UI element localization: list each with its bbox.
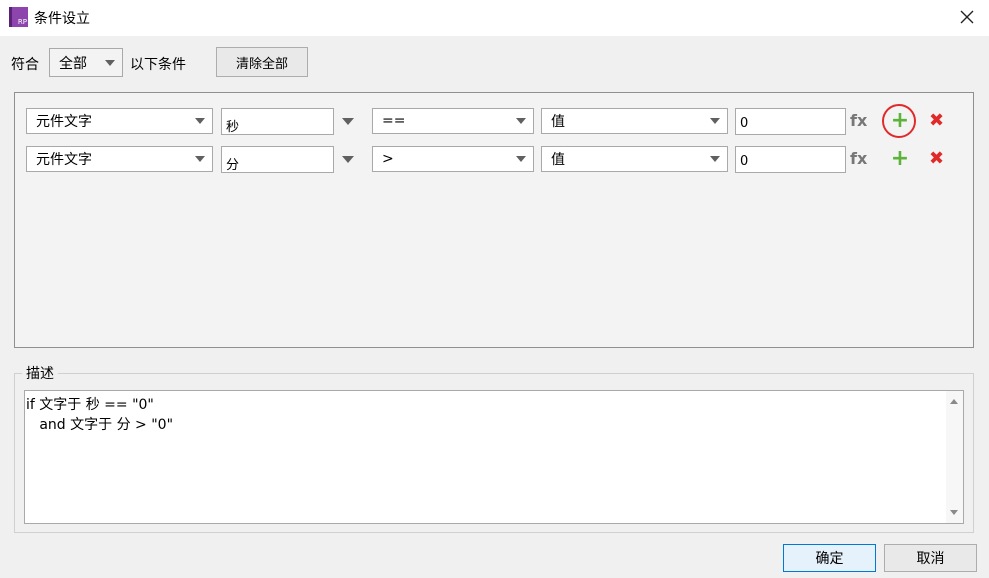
condition-target-input[interactable]: 分	[221, 146, 334, 173]
chevron-down-icon	[516, 118, 526, 124]
delete-condition-button[interactable]: ✖	[929, 111, 944, 131]
match-mode-select[interactable]: 全部	[49, 48, 123, 77]
close-button[interactable]	[955, 6, 979, 28]
description-line: if 文字于 秒 == "0"	[26, 397, 154, 413]
description-line: and 文字于 分 > "0"	[26, 417, 174, 433]
condition-type-select[interactable]: 元件文字	[26, 108, 213, 134]
ok-button[interactable]: 确定	[783, 544, 876, 572]
value-type-select[interactable]: 值	[541, 146, 728, 172]
conditions-panel: 元件文字 秒 == 值 0 fx + ✖ 元件文字 分 > 值 0 fx + ✖	[14, 92, 974, 348]
description-legend: 描述	[22, 363, 58, 383]
condition-type-select[interactable]: 元件文字	[26, 146, 213, 172]
operator-select[interactable]: >	[372, 146, 534, 172]
scroll-down-icon[interactable]	[950, 510, 958, 515]
chevron-down-icon	[195, 156, 205, 162]
clear-all-button[interactable]: 清除全部	[216, 47, 308, 77]
chevron-down-icon	[195, 118, 205, 124]
condition-row: 元件文字 分 > 值 0 fx + ✖	[15, 145, 973, 173]
target-dropdown-icon[interactable]	[342, 156, 354, 163]
condition-value-input[interactable]: 0	[735, 146, 846, 173]
chevron-down-icon	[710, 156, 720, 162]
cancel-button[interactable]: 取消	[884, 544, 977, 572]
condition-value-input[interactable]: 0	[735, 108, 846, 135]
condition-row: 元件文字 秒 == 值 0 fx + ✖	[15, 104, 973, 138]
add-condition-button[interactable]: +	[889, 148, 911, 170]
chevron-down-icon	[710, 118, 720, 124]
chevron-down-icon	[516, 156, 526, 162]
conditions-suffix-label: 以下条件	[130, 57, 186, 73]
app-logo-icon: RP	[9, 7, 28, 27]
value-type-select[interactable]: 值	[541, 108, 728, 134]
operator-select[interactable]: ==	[372, 108, 534, 134]
close-icon	[960, 10, 974, 24]
target-dropdown-icon[interactable]	[342, 118, 354, 125]
chevron-down-icon	[105, 59, 115, 66]
delete-condition-button[interactable]: ✖	[929, 149, 944, 169]
scroll-up-icon[interactable]	[950, 399, 958, 404]
description-textarea[interactable]: if 文字于 秒 == "0" and 文字于 分 > "0"	[24, 390, 964, 524]
fx-icon[interactable]: fx	[850, 149, 867, 168]
add-condition-button[interactable]: +	[889, 110, 911, 132]
vertical-scrollbar[interactable]	[946, 391, 963, 523]
match-label: 符合	[11, 57, 39, 73]
fx-icon[interactable]: fx	[850, 111, 867, 130]
window-title: 条件设立	[34, 11, 90, 27]
condition-target-input[interactable]: 秒	[221, 108, 334, 135]
title-bar: RP 条件设立	[0, 0, 989, 36]
